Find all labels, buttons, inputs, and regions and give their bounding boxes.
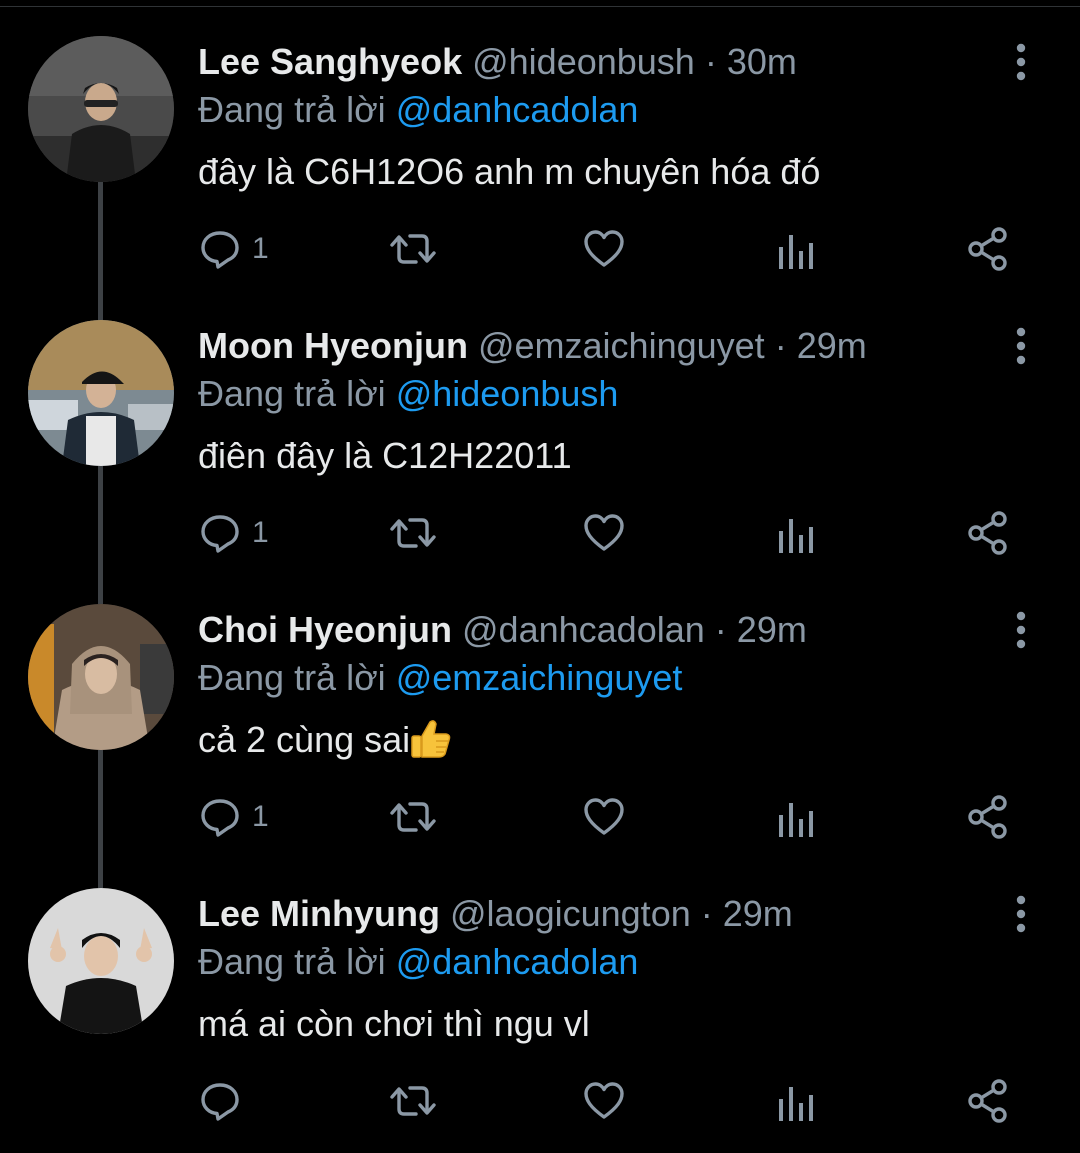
retweet-icon: [390, 802, 436, 832]
retweet-icon: [390, 1086, 436, 1116]
author-name[interactable]: Lee Sanghyeok: [198, 41, 462, 82]
share-button[interactable]: [966, 226, 1012, 272]
analytics-button[interactable]: [776, 794, 816, 840]
avatar[interactable]: [28, 888, 174, 1034]
reply-count: 1: [252, 800, 269, 833]
avatar[interactable]: [28, 36, 174, 182]
analytics-icon: [779, 519, 813, 553]
author-handle[interactable]: @emzaichinguyet: [478, 325, 765, 366]
like-icon: [584, 514, 624, 551]
reply-icon: [201, 799, 239, 837]
replying-to: Đang trả lời @danhcadolan: [198, 940, 638, 984]
tweet[interactable]: Moon Hyeonjun @emzaichinguyet · 29m Đang…: [0, 284, 1080, 568]
author-name[interactable]: Lee Minhyung: [198, 893, 440, 934]
reply-button[interactable]: [198, 1078, 252, 1124]
analytics-icon: [779, 235, 813, 269]
separator-dot: ·: [774, 325, 787, 366]
more-options-icon[interactable]: [1008, 610, 1034, 650]
author-handle[interactable]: @hideonbush: [472, 41, 695, 82]
tweet[interactable]: Lee Sanghyeok @hideonbush · 30m Đang trả…: [0, 0, 1080, 284]
like-button[interactable]: [582, 794, 626, 840]
like-button[interactable]: [582, 510, 626, 556]
tweet-header: Lee Sanghyeok @hideonbush · 30m: [198, 40, 797, 84]
reply-button[interactable]: 1: [198, 794, 269, 840]
retweet-icon: [390, 518, 436, 548]
separator-dot: ·: [704, 41, 717, 82]
tweet-text: điên đây là C12H22011: [198, 435, 572, 476]
reply-icon: [201, 1083, 239, 1121]
like-button[interactable]: [582, 226, 626, 272]
share-button[interactable]: [966, 794, 1012, 840]
separator-dot: ·: [714, 609, 727, 650]
timestamp[interactable]: 29m: [737, 609, 807, 650]
retweet-button[interactable]: [388, 226, 438, 272]
reply-count: 1: [252, 232, 269, 265]
share-icon: [968, 795, 1007, 839]
share-icon: [968, 227, 1007, 271]
tweet-text: cả 2 cùng sai: [198, 719, 411, 760]
tweet-text: đây là C6H12O6 anh m chuyên hóa đó: [198, 151, 821, 192]
retweet-button[interactable]: [388, 794, 438, 840]
reply-icon: [201, 231, 239, 269]
like-icon: [584, 798, 624, 835]
retweet-icon: [390, 234, 436, 264]
tweet[interactable]: Lee Minhyung @laogicungton · 29m Đang tr…: [0, 852, 1080, 1153]
tweet-header: Lee Minhyung @laogicungton · 29m: [198, 892, 793, 936]
author-handle[interactable]: @laogicungton: [450, 893, 691, 934]
avatar[interactable]: [28, 604, 174, 750]
analytics-button[interactable]: [776, 1078, 816, 1124]
analytics-icon: [779, 803, 813, 837]
like-button[interactable]: [582, 1078, 626, 1124]
reply-count: 1: [252, 516, 269, 549]
replying-to-label: Đang trả lời: [198, 373, 386, 414]
tweet-header: Choi Hyeonjun @danhcadolan · 29m: [198, 608, 807, 652]
mention-link[interactable]: @emzaichinguyet: [396, 657, 683, 698]
share-icon: [968, 511, 1007, 555]
more-options-icon[interactable]: [1008, 42, 1034, 82]
separator-dot: ·: [700, 893, 713, 934]
more-options-icon[interactable]: [1008, 326, 1034, 366]
mention-link[interactable]: @danhcadolan: [396, 89, 639, 130]
like-icon: [584, 1082, 624, 1119]
share-icon: [968, 1079, 1007, 1123]
analytics-button[interactable]: [776, 226, 816, 272]
reply-button[interactable]: 1: [198, 510, 269, 556]
timestamp[interactable]: 29m: [723, 893, 793, 934]
like-icon: [584, 230, 624, 267]
mention-link[interactable]: @danhcadolan: [396, 941, 639, 982]
thumbs-up-emoji-icon: [410, 718, 452, 758]
mention-link[interactable]: @hideonbush: [396, 373, 619, 414]
replying-to-label: Đang trả lời: [198, 941, 386, 982]
retweet-button[interactable]: [388, 510, 438, 556]
replying-to-label: Đang trả lời: [198, 657, 386, 698]
author-name[interactable]: Moon Hyeonjun: [198, 325, 468, 366]
tweet-text: má ai còn chơi thì ngu vl: [198, 1003, 590, 1044]
analytics-icon: [779, 1087, 813, 1121]
tweet-text-container: cả 2 cùng sai: [198, 718, 452, 762]
author-name[interactable]: Choi Hyeonjun: [198, 609, 452, 650]
tweet[interactable]: Choi Hyeonjun @danhcadolan · 29m Đang tr…: [0, 568, 1080, 852]
tweet-header: Moon Hyeonjun @emzaichinguyet · 29m: [198, 324, 867, 368]
share-button[interactable]: [966, 1078, 1012, 1124]
timestamp[interactable]: 29m: [797, 325, 867, 366]
replying-to: Đang trả lời @hideonbush: [198, 372, 618, 416]
timestamp[interactable]: 30m: [727, 41, 797, 82]
share-button[interactable]: [966, 510, 1012, 556]
more-options-icon[interactable]: [1008, 894, 1034, 934]
reply-icon: [201, 515, 239, 553]
replying-to: Đang trả lời @danhcadolan: [198, 88, 638, 132]
reply-button[interactable]: 1: [198, 226, 269, 272]
avatar[interactable]: [28, 320, 174, 466]
replying-to: Đang trả lời @emzaichinguyet: [198, 656, 682, 700]
replying-to-label: Đang trả lời: [198, 89, 386, 130]
retweet-button[interactable]: [388, 1078, 438, 1124]
author-handle[interactable]: @danhcadolan: [462, 609, 705, 650]
analytics-button[interactable]: [776, 510, 816, 556]
